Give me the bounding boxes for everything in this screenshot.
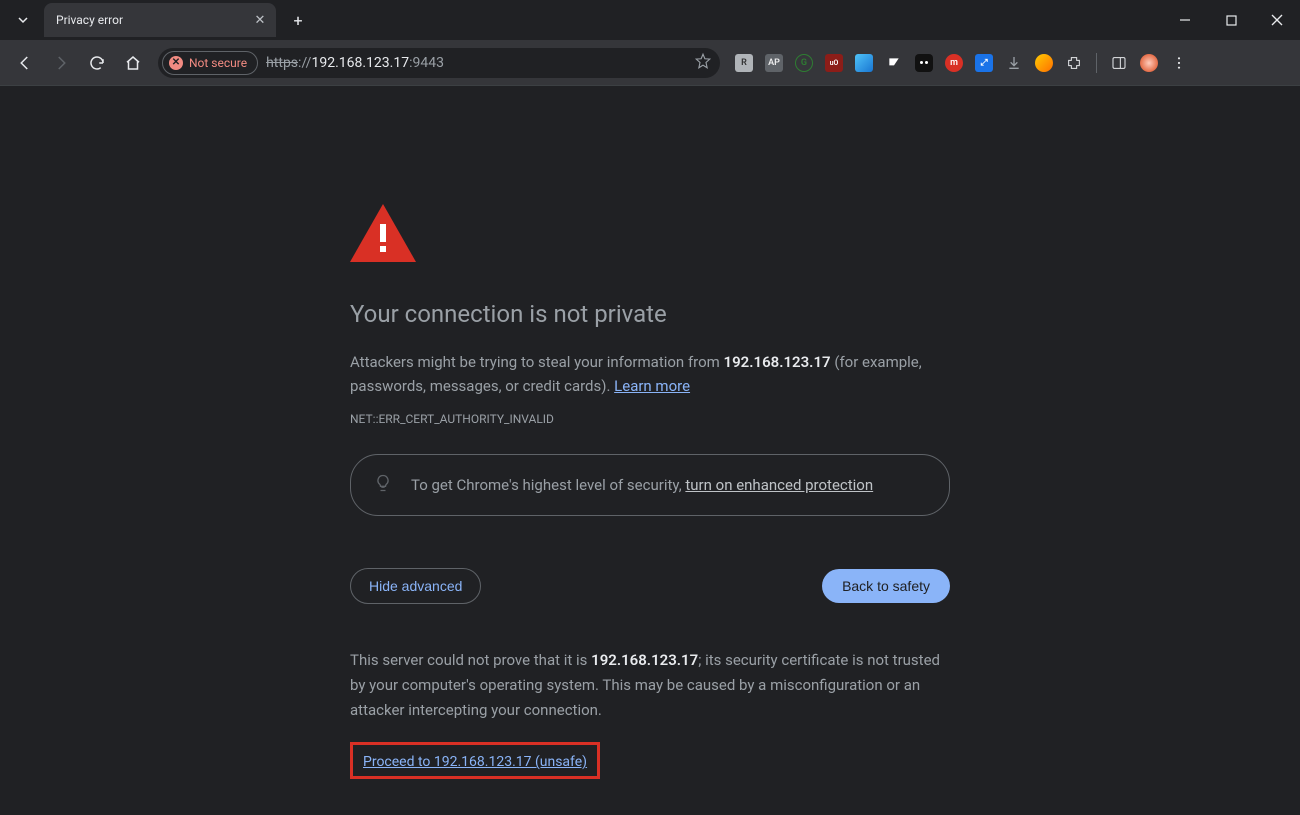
bookmark-star-icon[interactable] [694, 52, 712, 74]
titlebar: Privacy error ✕ + [0, 0, 1300, 40]
tab-close-button[interactable]: ✕ [252, 12, 268, 28]
error-code: NET::ERR_CERT_AUTHORITY_INVALID [350, 412, 950, 426]
url-port: :9443 [409, 55, 444, 71]
tab-title: Privacy error [56, 13, 252, 27]
advanced-explanation: This server could not prove that it is 1… [350, 648, 950, 722]
page-content: Your connection is not private Attackers… [0, 86, 1300, 779]
extension-icon[interactable]: R [730, 49, 758, 77]
extension-icon[interactable]: m [940, 49, 968, 77]
url-scheme: https [266, 55, 298, 71]
warning-heading: Your connection is not private [350, 300, 950, 328]
extension-icon[interactable]: AP [760, 49, 788, 77]
toolbar-separator [1096, 53, 1097, 73]
url-display: https :// 192.168.123.17 :9443 [266, 55, 444, 71]
button-row: Hide advanced Back to safety [350, 568, 950, 604]
reload-button[interactable] [80, 46, 114, 80]
extension-icon[interactable] [880, 49, 908, 77]
side-panel-icon[interactable] [1105, 49, 1133, 77]
home-button[interactable] [116, 46, 150, 80]
ssl-interstitial: Your connection is not private Attackers… [350, 204, 950, 779]
downloads-icon[interactable] [1000, 49, 1028, 77]
back-to-safety-button[interactable]: Back to safety [822, 569, 950, 603]
profile-avatar[interactable] [1135, 49, 1163, 77]
proceed-highlight-box: Proceed to 192.168.123.17 (unsafe) [350, 742, 600, 779]
extension-icon[interactable] [910, 49, 938, 77]
extensions-menu-icon[interactable] [1060, 49, 1088, 77]
window-close-button[interactable] [1254, 0, 1300, 40]
warning-description: Attackers might be trying to steal your … [350, 350, 950, 398]
proceed-unsafe-link[interactable]: Proceed to 192.168.123.17 (unsafe) [363, 754, 587, 770]
window-controls [1162, 0, 1300, 40]
forward-button[interactable] [44, 46, 78, 80]
window-maximize-button[interactable] [1208, 0, 1254, 40]
back-button[interactable] [8, 46, 42, 80]
extension-icon[interactable] [1030, 49, 1058, 77]
warning-triangle-icon [350, 204, 950, 262]
chrome-menu-icon[interactable] [1165, 49, 1193, 77]
extension-icon[interactable]: G [790, 49, 818, 77]
extension-icon[interactable]: ⤢ [970, 49, 998, 77]
tab-search-button[interactable] [6, 5, 40, 35]
window-minimize-button[interactable] [1162, 0, 1208, 40]
toolbar: ✕ Not secure https :// 192.168.123.17 :9… [0, 40, 1300, 86]
extension-icon[interactable] [850, 49, 878, 77]
enhanced-protection-promo: To get Chrome's highest level of securit… [350, 454, 950, 516]
not-secure-icon: ✕ [169, 56, 183, 70]
address-bar[interactable]: ✕ Not secure https :// 192.168.123.17 :9… [158, 48, 720, 78]
lightbulb-icon [373, 473, 393, 497]
extension-icon[interactable]: uO [820, 49, 848, 77]
browser-tab[interactable]: Privacy error ✕ [44, 3, 276, 37]
new-tab-button[interactable]: + [284, 6, 312, 34]
hide-advanced-button[interactable]: Hide advanced [350, 568, 481, 604]
learn-more-link[interactable]: Learn more [614, 377, 690, 395]
security-chip[interactable]: ✕ Not secure [162, 51, 258, 75]
url-host: 192.168.123.17 [311, 55, 409, 71]
enhanced-protection-link[interactable]: turn on enhanced protection [685, 476, 873, 494]
extensions-row: R AP G uO m ⤢ [730, 49, 1193, 77]
security-chip-label: Not secure [189, 56, 247, 70]
